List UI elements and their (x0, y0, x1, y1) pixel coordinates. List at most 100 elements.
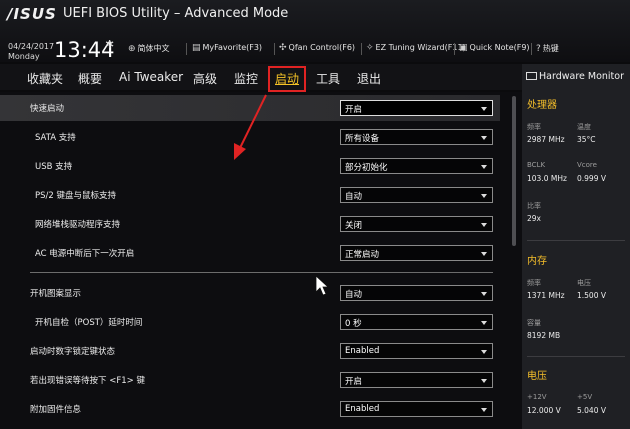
myfavorite-button[interactable]: ▤ MyFavorite(F3) (192, 43, 262, 53)
boot-logo-select[interactable]: 自动 (340, 285, 493, 301)
chevron-down-icon (481, 408, 487, 412)
globe-icon: ⊕ (128, 44, 136, 54)
voltage-section-title: 电压 (527, 371, 547, 382)
toolbar-divider (454, 43, 455, 55)
cpu-section-title: 处理器 (527, 100, 557, 111)
usb-support-select[interactable]: 部分初始化 (340, 158, 493, 174)
date-block: 04/24/2017 Monday (8, 42, 54, 62)
setting-network-stack[interactable]: 网络堆栈驱动程序支持 关闭 (0, 211, 500, 237)
toolbar-divider (531, 43, 532, 55)
chevron-down-icon (481, 107, 487, 111)
sata-support-select[interactable]: 所有设备 (340, 129, 493, 145)
chevron-down-icon (481, 350, 487, 354)
network-stack-select[interactable]: 关闭 (340, 216, 493, 232)
toolbar-divider (186, 43, 187, 55)
setting-wait-f1[interactable]: 若出现错误等待按下 <F1> 键 开启 (0, 367, 500, 393)
setting-label: SATA 支持 (35, 133, 76, 143)
top-header: /ISUS UEFI BIOS Utility – Advanced Mode … (0, 0, 630, 62)
setting-usb-support[interactable]: USB 支持 部分初始化 (0, 153, 500, 179)
memory-freq-label: 频率 (527, 279, 541, 287)
section-divider (527, 356, 625, 357)
ps2-support-select[interactable]: 自动 (340, 187, 493, 203)
memory-section-title: 内存 (527, 256, 547, 267)
tuning-icon: ✧ (366, 43, 374, 53)
cpu-freq-label: 频率 (527, 123, 541, 131)
voltage-12v-label: +12V (527, 393, 547, 401)
option-rom-messages-select[interactable]: Enabled (340, 401, 493, 417)
cpu-vcore-label: Vcore (577, 161, 597, 169)
qfan-control-button[interactable]: ✣ Qfan Control(F6) (279, 43, 355, 53)
setting-ps2-support[interactable]: PS/2 键盘与鼠标支持 自动 (0, 182, 500, 208)
cpu-ratio-value: 29x (527, 214, 541, 223)
asus-logo: /ISUS (7, 5, 57, 23)
section-divider (30, 272, 493, 273)
setting-sata-support[interactable]: SATA 支持 所有设备 (0, 124, 500, 150)
chevron-down-icon (481, 379, 487, 383)
section-divider (527, 240, 625, 241)
memory-freq-value: 1371 MHz (527, 291, 565, 300)
cpu-temp-label: 温度 (577, 123, 591, 131)
toolbar-divider (361, 43, 362, 55)
chevron-down-icon (481, 223, 487, 227)
cpu-bclk-label: BCLK (527, 161, 546, 169)
star-list-icon: ▤ (192, 43, 201, 53)
setting-label: 网络堆栈驱动程序支持 (35, 220, 121, 230)
quick-note-button[interactable]: ▣ Quick Note(F9) (459, 43, 530, 53)
memory-volt-label: 电压 (577, 279, 591, 287)
chevron-down-icon (481, 194, 487, 198)
setting-numlock-state[interactable]: 启动时数字锁定键状态 Enabled (0, 338, 500, 364)
voltage-5v-value: 5.040 V (577, 406, 606, 415)
ez-tuning-wizard-button[interactable]: ✧ EZ Tuning Wizard(F11) (366, 43, 466, 53)
setting-option-rom-messages[interactable]: 附加固件信息 Enabled (0, 396, 500, 422)
fast-boot-select[interactable]: 开启 (340, 100, 493, 116)
boot-settings-panel: 快速启动 开启 SATA 支持 所有设备 USB 支持 部分初始化 PS/2 键… (0, 92, 522, 429)
setting-label: 启动时数字锁定键状态 (30, 347, 116, 357)
hardware-monitor-panel: Hardware Monitor 处理器 频率 温度 2987 MHz 35°C… (522, 64, 630, 429)
memory-capacity-value: 8192 MB (527, 331, 561, 340)
setting-post-delay[interactable]: 开机自检（POST）延时时间 0 秒 (0, 309, 500, 335)
app-title: UEFI BIOS Utility – Advanced Mode (63, 6, 289, 21)
tab-favorites[interactable]: 收藏夹 (27, 70, 63, 87)
cpu-vcore-value: 0.999 V (577, 174, 606, 183)
main-nav: 收藏夹 概要 Ai Tweaker 高级 监控 启动 工具 退出 (0, 64, 522, 90)
post-delay-select[interactable]: 0 秒 (340, 314, 493, 330)
cpu-freq-value: 2987 MHz (527, 135, 565, 144)
fan-icon: ✣ (279, 43, 287, 53)
chevron-down-icon (481, 165, 487, 169)
tab-overview[interactable]: 概要 (78, 70, 102, 87)
chevron-down-icon (481, 321, 487, 325)
cpu-bclk-value: 103.0 MHz (527, 174, 567, 183)
setting-label: 快速启动 (30, 104, 65, 114)
hotkey-button[interactable]: ? 热键 (536, 43, 559, 54)
note-icon: ▣ (459, 43, 468, 53)
setting-fast-boot[interactable]: 快速启动 开启 (0, 95, 500, 121)
setting-label: 开机图案显示 (30, 289, 82, 299)
setting-ac-power-loss[interactable]: AC 电源中断后下一次开启 正常启动 (0, 240, 500, 266)
tab-monitor[interactable]: 监控 (234, 70, 258, 87)
day-text: Monday (8, 52, 40, 61)
monitor-icon (526, 72, 537, 80)
wait-f1-select[interactable]: 开启 (340, 372, 493, 388)
tab-exit[interactable]: 退出 (357, 70, 381, 87)
hotkey-icon: ? (536, 44, 541, 54)
voltage-5v-label: +5V (577, 393, 593, 401)
settings-scrollbar[interactable] (512, 96, 516, 246)
setting-label: 若出现错误等待按下 <F1> 键 (30, 376, 145, 386)
chevron-down-icon (481, 292, 487, 296)
setting-boot-logo[interactable]: 开机图案显示 自动 (0, 280, 500, 306)
setting-label: USB 支持 (35, 162, 73, 172)
memory-volt-value: 1.500 V (577, 291, 606, 300)
hardware-monitor-title: Hardware Monitor (526, 71, 624, 82)
cpu-ratio-label: 比率 (527, 202, 541, 210)
cpu-temp-value: 35°C (577, 135, 596, 144)
setting-label: PS/2 键盘与鼠标支持 (35, 191, 116, 201)
numlock-state-select[interactable]: Enabled (340, 343, 493, 359)
chevron-down-icon (481, 136, 487, 140)
ac-power-loss-select[interactable]: 正常启动 (340, 245, 493, 261)
language-button[interactable]: ⊕ 简体中文 (128, 43, 170, 54)
tab-ai-tweaker[interactable]: Ai Tweaker (119, 70, 183, 84)
tab-advanced[interactable]: 高级 (193, 70, 217, 87)
chevron-down-icon (481, 252, 487, 256)
tab-tool[interactable]: 工具 (316, 70, 340, 87)
clock-settings-icon[interactable]: ✲ (105, 38, 114, 51)
